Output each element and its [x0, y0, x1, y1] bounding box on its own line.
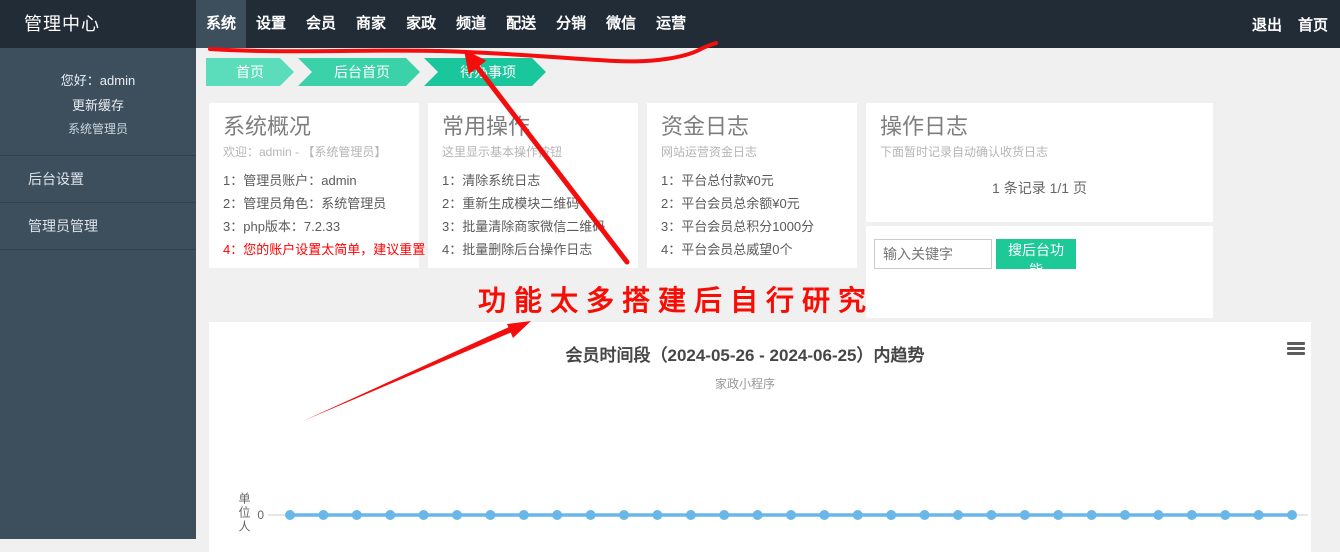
operation-link[interactable]: 3：批量清除商家微信二维码 — [442, 215, 624, 238]
breadcrumb: 首页后台首页待办事项 — [206, 58, 546, 86]
nav-item[interactable]: 设置 — [246, 0, 296, 48]
operation-link[interactable]: 1：清除系统日志 — [442, 169, 624, 192]
nav-item[interactable]: 分销 — [546, 0, 596, 48]
search-input[interactable] — [874, 239, 992, 269]
sidebar: 您好：admin 更新缓存 系统管理员 后台设置管理员管理 — [0, 48, 196, 539]
app-title: 管理中心 — [0, 0, 196, 48]
list-item: 4：平台会员总威望0个 — [661, 238, 843, 261]
nav-item[interactable]: 配送 — [496, 0, 546, 48]
nav-item[interactable]: 会员 — [296, 0, 346, 48]
nav-item[interactable]: 运营 — [646, 0, 696, 48]
panel-subtitle: 下面暂时记录自动确认收货日志 — [880, 145, 1199, 160]
home-link[interactable]: 首页 — [1298, 14, 1328, 35]
trend-chart-plot: 0 — [209, 322, 1311, 552]
list-item: 4：您的账户设置太简单，建议重置 — [223, 238, 405, 261]
nav-item[interactable]: 微信 — [596, 0, 646, 48]
panel-title: 操作日志 — [880, 115, 1199, 139]
operation-link[interactable]: 4：批量删除后台操作日志 — [442, 238, 624, 261]
panel-title: 系统概况 — [223, 115, 405, 139]
common-operations-list: 1：清除系统日志2：重新生成模块二维码3：批量清除商家微信二维码4：批量删除后台… — [442, 169, 624, 261]
svg-text:0: 0 — [257, 508, 264, 522]
list-item: 3：平台会员总积分1000分 — [661, 215, 843, 238]
search-backend-button[interactable]: 搜后台功能 — [996, 239, 1076, 269]
panel-common-operations: 常用操作 这里显示基本操作按钮 1：清除系统日志2：重新生成模块二维码3：批量清… — [428, 103, 638, 268]
list-item: 1：管理员账户：admin — [223, 169, 405, 192]
sidebar-menu: 后台设置管理员管理 — [0, 156, 196, 250]
list-item: 1：平台总付款¥0元 — [661, 169, 843, 192]
record-count-text: 1 条记录 1/1 页 — [880, 178, 1199, 198]
panel-operation-log: 操作日志 下面暂时记录自动确认收货日志 1 条记录 1/1 页 — [866, 103, 1213, 222]
list-item: 2：管理员角色：系统管理员 — [223, 192, 405, 215]
panel-subtitle: 欢迎：admin - 【系统管理员】 — [223, 145, 405, 160]
panel-subtitle: 网站运营资金日志 — [661, 145, 843, 160]
operation-link[interactable]: 2：重新生成模块二维码 — [442, 192, 624, 215]
panel-title: 资金日志 — [661, 115, 843, 139]
nav-item[interactable]: 家政 — [396, 0, 446, 48]
list-item: 2：平台会员总余额¥0元 — [661, 192, 843, 215]
nav-item[interactable]: 系统 — [196, 0, 246, 48]
fund-log-list: 1：平台总付款¥0元2：平台会员总余额¥0元3：平台会员总积分1000分4：平台… — [661, 169, 843, 261]
logout-link[interactable]: 退出 — [1252, 14, 1282, 35]
panel-system-overview: 系统概况 欢迎：admin - 【系统管理员】 1：管理员账户：admin2：管… — [209, 103, 419, 268]
breadcrumb-item[interactable]: 待办事项 — [424, 58, 546, 86]
sidebar-menu-item[interactable]: 管理员管理 — [0, 203, 196, 250]
panel-fund-log: 资金日志 网站运营资金日志 1：平台总付款¥0元2：平台会员总余额¥0元3：平台… — [647, 103, 857, 268]
top-nav-menu: 系统设置会员商家家政频道配送分销微信运营 — [196, 0, 696, 48]
panel-subtitle: 这里显示基本操作按钮 — [442, 145, 624, 160]
panel-column-right: 操作日志 下面暂时记录自动确认收货日志 1 条记录 1/1 页 搜后台功能 — [866, 103, 1213, 318]
top-navbar: 管理中心 系统设置会员商家家政频道配送分销微信运营 退出 首页 — [0, 0, 1340, 48]
topbar-right: 退出 首页 — [1252, 0, 1340, 48]
panel-backend-search: 搜后台功能 — [866, 226, 1213, 318]
red-annotation-text: 功能太多搭建后自行研究 — [478, 279, 874, 319]
trend-chart-panel: 会员时间段（2024-05-26 - 2024-06-25）内趋势 家政小程序 … — [209, 322, 1311, 552]
user-role-text: 系统管理员 — [0, 120, 196, 137]
system-overview-list: 1：管理员账户：admin2：管理员角色：系统管理员3：php版本：7.2.33… — [223, 169, 405, 261]
breadcrumb-item[interactable]: 后台首页 — [298, 58, 420, 86]
sidebar-menu-item[interactable]: 后台设置 — [0, 156, 196, 203]
panel-title: 常用操作 — [442, 115, 624, 139]
breadcrumb-item[interactable]: 首页 — [206, 58, 294, 86]
refresh-cache-link[interactable]: 更新缓存 — [0, 95, 196, 114]
list-item: 3：php版本：7.2.33 — [223, 215, 405, 238]
greeting-text: 您好：admin — [0, 70, 196, 89]
nav-item[interactable]: 商家 — [346, 0, 396, 48]
nav-item[interactable]: 频道 — [446, 0, 496, 48]
sidebar-user-block: 您好：admin 更新缓存 系统管理员 — [0, 48, 196, 156]
